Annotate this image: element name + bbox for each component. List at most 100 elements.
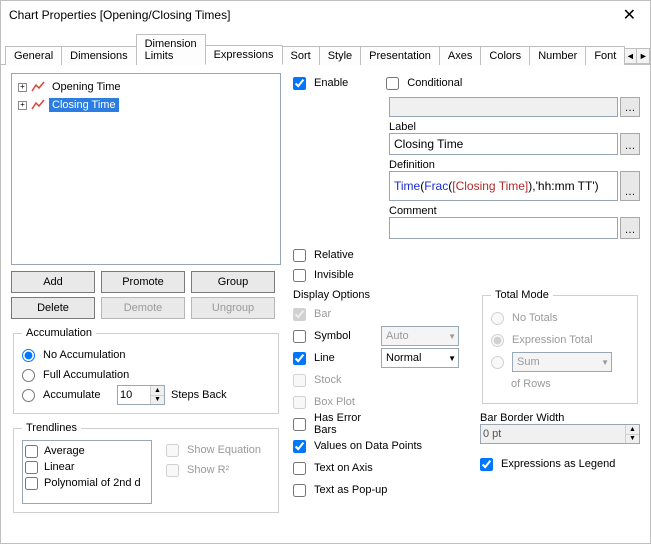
- check-stock: [293, 374, 306, 387]
- ungroup-button: Ungroup: [191, 297, 275, 319]
- chevron-down-icon[interactable]: ▼: [448, 354, 456, 363]
- bar-border-width-stepper[interactable]: ▲ ▼: [480, 424, 640, 444]
- label-definition: Definition: [389, 159, 640, 171]
- check-bar: [293, 308, 306, 321]
- label-no-accumulation: No Accumulation: [43, 349, 126, 361]
- trend-opt-linear[interactable]: Linear: [25, 459, 149, 475]
- expression-tree[interactable]: + Opening Time + Closing Time: [11, 73, 281, 265]
- tab-presentation[interactable]: Presentation: [360, 46, 440, 65]
- tab-axes[interactable]: Axes: [439, 46, 481, 65]
- chevron-down-icon: ▼: [448, 332, 456, 341]
- tree-item-opening-time[interactable]: + Opening Time: [16, 78, 276, 96]
- chevron-up-icon[interactable]: ▲: [150, 386, 164, 395]
- check-boxplot: [293, 396, 306, 409]
- close-icon[interactable]: ✕: [615, 5, 644, 25]
- conditional-input: [389, 97, 618, 117]
- check-text-popup[interactable]: [293, 484, 306, 497]
- definition-input[interactable]: Time(Frac([Closing Time]),'hh:mm TT'): [389, 171, 618, 201]
- check-line[interactable]: [293, 352, 306, 365]
- left-column: + Opening Time + Closing Time Add Promot…: [11, 73, 281, 533]
- check-error-bars[interactable]: [293, 418, 306, 431]
- titlebar: Chart Properties [Opening/Closing Times]…: [1, 1, 650, 29]
- trend-opt-average[interactable]: Average: [25, 443, 149, 459]
- label-bar-border-width: Bar Border Width: [480, 412, 640, 424]
- total-mode-legend: Total Mode: [491, 289, 553, 301]
- dialog-window: Chart Properties [Opening/Closing Times]…: [0, 0, 651, 544]
- chevron-up-icon[interactable]: ▲: [625, 425, 639, 434]
- steps-back-stepper[interactable]: ▲ ▼: [117, 385, 165, 405]
- label-display-options: Display Options: [293, 289, 464, 301]
- accumulation-legend: Accumulation: [22, 327, 96, 339]
- comment-browse-button[interactable]: …: [620, 217, 640, 239]
- tab-scroll-left-icon[interactable]: ◄: [623, 48, 637, 64]
- check-values-on-data-points[interactable]: [293, 440, 306, 453]
- bar-border-width-value: [481, 425, 625, 443]
- tab-dimensions[interactable]: Dimensions: [61, 46, 136, 65]
- definition-browse-button[interactable]: …: [620, 171, 640, 201]
- steps-back-value[interactable]: [118, 386, 150, 404]
- chart-line-icon: [31, 99, 45, 111]
- radio-no-totals: [491, 312, 504, 325]
- demote-button: Demote: [101, 297, 185, 319]
- check-conditional[interactable]: [386, 77, 399, 90]
- chart-line-icon: [31, 81, 45, 93]
- radio-sum-of-rows: [491, 356, 504, 369]
- right-column: Enable Conditional … Label … Definition …: [293, 73, 640, 533]
- tab-colors[interactable]: Colors: [480, 46, 530, 65]
- promote-button[interactable]: Promote: [101, 271, 185, 293]
- tab-content: + Opening Time + Closing Time Add Promot…: [1, 65, 650, 543]
- tab-scroll: ◄ ►: [624, 48, 650, 64]
- label-comment: Comment: [389, 205, 640, 217]
- accumulation-group: Accumulation No Accumulation Full Accumu…: [13, 327, 279, 414]
- label-input[interactable]: [389, 133, 618, 155]
- conditional-browse-button[interactable]: …: [620, 97, 640, 117]
- trendlines-group: Trendlines Average Linear Polynomial of …: [13, 422, 279, 513]
- trendlines-list[interactable]: Average Linear Polynomial of 2nd d: [22, 440, 152, 504]
- tab-font[interactable]: Font: [585, 46, 625, 65]
- add-button[interactable]: Add: [11, 271, 95, 293]
- line-combo[interactable]: Normal▼: [381, 348, 459, 368]
- delete-button[interactable]: Delete: [11, 297, 95, 319]
- radio-no-accumulation[interactable]: [22, 349, 35, 362]
- tree-item-closing-time[interactable]: + Closing Time: [16, 96, 276, 114]
- symbol-combo: Auto▼: [381, 326, 459, 346]
- radio-expression-total: [491, 334, 504, 347]
- tree-label: Opening Time: [49, 80, 123, 94]
- expand-icon[interactable]: +: [18, 101, 27, 110]
- comment-input[interactable]: [389, 217, 618, 239]
- check-symbol[interactable]: [293, 330, 306, 343]
- tab-number[interactable]: Number: [529, 46, 586, 65]
- check-enable[interactable]: [293, 77, 306, 90]
- trend-opt-poly2[interactable]: Polynomial of 2nd d: [25, 475, 149, 491]
- tab-dimension-limits[interactable]: Dimension Limits: [136, 34, 206, 65]
- tab-general[interactable]: General: [5, 46, 62, 65]
- label-label: Label: [389, 121, 640, 133]
- chevron-down-icon[interactable]: ▼: [150, 395, 164, 404]
- check-relative[interactable]: [293, 249, 306, 262]
- radio-full-accumulation[interactable]: [22, 369, 35, 382]
- label-browse-button[interactable]: …: [620, 133, 640, 155]
- label-accumulate: Accumulate: [43, 389, 111, 401]
- tabstrip: General Dimensions Dimension Limits Expr…: [1, 29, 650, 65]
- check-show-r2: [166, 464, 179, 477]
- check-show-equation: [166, 444, 179, 457]
- check-expressions-as-legend[interactable]: [480, 458, 493, 471]
- label-full-accumulation: Full Accumulation: [43, 369, 129, 381]
- label-steps-back: Steps Back: [171, 389, 227, 401]
- total-mode-group: Total Mode No Totals Expression Total Su…: [482, 289, 638, 404]
- tab-style[interactable]: Style: [319, 46, 361, 65]
- tab-expressions[interactable]: Expressions: [205, 45, 283, 65]
- radio-accumulate[interactable]: [22, 389, 35, 402]
- trendlines-legend: Trendlines: [22, 422, 81, 434]
- check-text-on-axis[interactable]: [293, 462, 306, 475]
- aggregate-combo: Sum▼: [512, 352, 612, 372]
- chevron-down-icon[interactable]: ▼: [625, 434, 639, 443]
- expand-icon[interactable]: +: [18, 83, 27, 92]
- check-invisible[interactable]: [293, 269, 306, 282]
- chevron-down-icon: ▼: [601, 358, 609, 367]
- tree-label: Closing Time: [49, 98, 119, 112]
- window-title: Chart Properties [Opening/Closing Times]: [9, 8, 615, 22]
- tab-sort[interactable]: Sort: [282, 46, 320, 65]
- group-button[interactable]: Group: [191, 271, 275, 293]
- tab-scroll-right-icon[interactable]: ►: [636, 48, 650, 64]
